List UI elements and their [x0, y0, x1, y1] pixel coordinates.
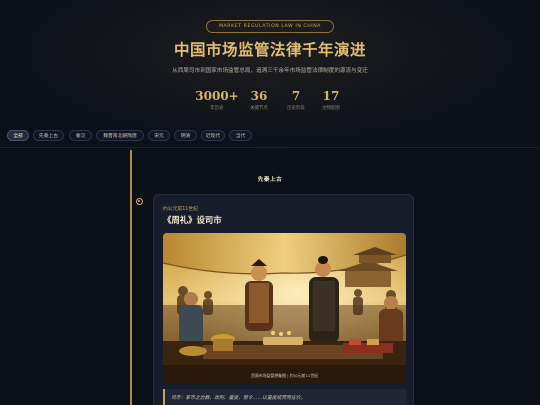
filter-chip-wei-jin-sui-tang[interactable]: 魏晋南北朝隋唐	[96, 130, 144, 141]
stat-milestones: 36 关键节点	[244, 89, 274, 111]
stat-label: 关键节点	[250, 106, 268, 111]
filter-chip-qin-han[interactable]: 秦汉	[69, 130, 92, 141]
era-filter-bar: 全部 先秦上古 秦汉 魏晋南北朝隋唐 宋元 明清 近现代 当代	[0, 128, 540, 148]
stat-value: 17	[322, 89, 340, 103]
filter-chip-modern[interactable]: 近现代	[201, 130, 225, 141]
eyebrow-badge: MARKET REGULATION LAW IN CHINA	[206, 20, 334, 33]
stat-label: 历史阶段	[287, 106, 305, 111]
timeline-node	[135, 197, 143, 205]
stat-label: 文物配图	[322, 106, 340, 111]
page-title: 中国市场监管法律千年演进	[173, 40, 366, 59]
stat-label: 年历史	[210, 106, 224, 111]
event-quote: 司市：掌市之治教、政刑、量度、禁令……以量度成贾而征价。	[163, 389, 406, 405]
timeline-event-card[interactable]: 约公元前11世纪 《周礼》设司市 西周市场监管想象图 | 约公元前11世纪 司市…	[153, 194, 414, 405]
market-scene-image	[163, 233, 406, 383]
filter-chip-all[interactable]: 全部	[7, 130, 29, 141]
stat-value: 36	[250, 89, 268, 103]
event-date: 约公元前11世纪	[163, 207, 198, 212]
hero-section: MARKET REGULATION LAW IN CHINA 中国市场监管法律千…	[0, 0, 540, 125]
timeline-axis	[130, 150, 132, 405]
page-subtitle: 从西周司市到国家市场监管总局，追溯三千余年市场监管法律制度的源流与变迁	[172, 68, 368, 74]
stat-value: 3000+	[195, 89, 239, 103]
stat-eras: 7 历史阶段	[281, 89, 311, 111]
stat-value: 7	[291, 89, 301, 103]
image-caption: 西周市场监管想象图 | 约公元前11世纪	[250, 373, 319, 378]
stat-images: 17 文物配图	[316, 89, 346, 111]
stat-years: 3000+ 年历史	[193, 89, 241, 111]
event-title: 《周礼》设司市	[163, 215, 222, 225]
filter-chip-contemporary[interactable]: 当代	[229, 130, 252, 141]
filter-chip-ming-qing[interactable]: 明清	[174, 130, 197, 141]
era-heading: 先秦上古	[257, 177, 283, 183]
stats-row: 3000+ 年历史 36 关键节点 7 历史阶段 17 文物配图	[0, 89, 540, 113]
filter-chip-pre-qin[interactable]: 先秦上古	[33, 130, 64, 141]
filter-chip-song-yuan[interactable]: 宋元	[148, 130, 170, 141]
event-illustration: 西周市场监管想象图 | 约公元前11世纪	[163, 233, 406, 383]
